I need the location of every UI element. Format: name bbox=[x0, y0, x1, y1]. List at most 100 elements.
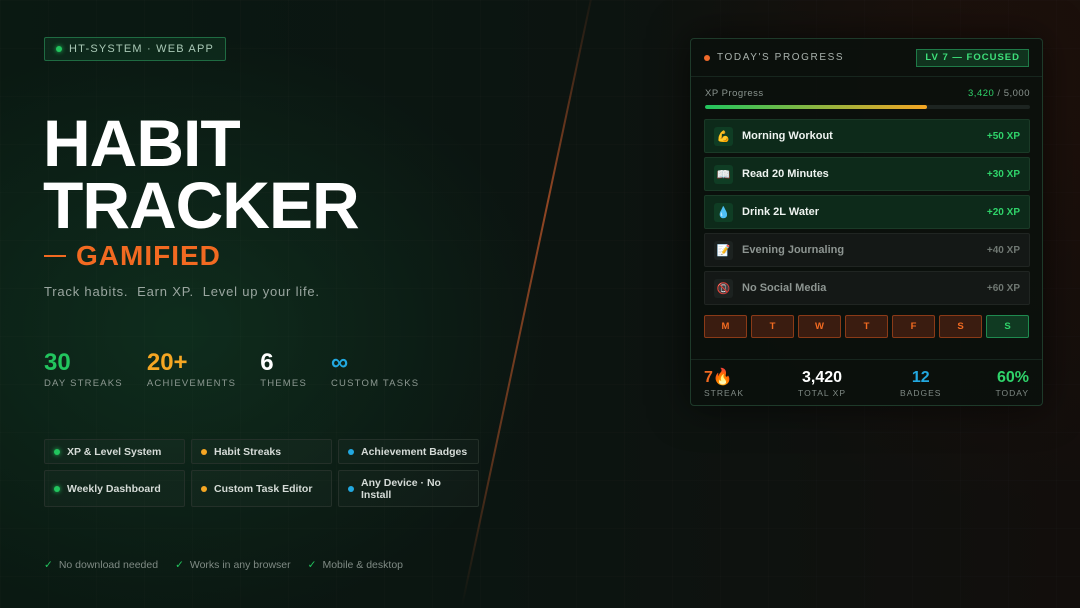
stat-label: ACHIEVEMENTS bbox=[146, 378, 237, 389]
weekday-tracker: M T W T F S S bbox=[704, 315, 1030, 338]
task-item[interactable]: 💪 Morning Workout +50 XP bbox=[704, 119, 1030, 153]
xp-progress-bar bbox=[705, 105, 1030, 109]
stat-value: 6 bbox=[260, 349, 274, 376]
level-badge: LV 7 — FOCUSED bbox=[916, 48, 1029, 67]
stat-custom-tasks: ∞ CUSTOM TASKS bbox=[331, 349, 420, 390]
bullet-dot-icon bbox=[201, 448, 207, 455]
xp-progress-fill bbox=[705, 105, 928, 109]
stat-achievements: 20+ ACHIEVEMENTS bbox=[146, 349, 237, 390]
footer-stat-label: TOTAL XP bbox=[798, 387, 847, 398]
bullet-dot-icon bbox=[348, 485, 354, 492]
feature-weekly-dashboard: Weekly Dashboard bbox=[44, 470, 185, 507]
task-name: Morning Workout bbox=[742, 130, 833, 142]
task-item[interactable]: 📖 Read 20 Minutes +30 XP bbox=[704, 157, 1030, 191]
title-line-1: HABIT bbox=[43, 106, 241, 180]
task-xp: +30 XP bbox=[986, 168, 1020, 180]
checkmark-icon: ✓ bbox=[175, 559, 184, 571]
day-sunday[interactable]: S bbox=[986, 315, 1029, 338]
footer-stat-label: TODAY bbox=[995, 387, 1029, 398]
stat-label: CUSTOM TASKS bbox=[331, 378, 420, 389]
panel-title: TODAY'S PROGRESS bbox=[717, 52, 845, 63]
task-item[interactable]: 📝 Evening Journaling +40 XP bbox=[704, 233, 1030, 267]
tagline: Track habits. Earn XP. Level up your lif… bbox=[44, 284, 320, 299]
stat-label: THEMES bbox=[260, 378, 307, 389]
checkmark-icon: ✓ bbox=[44, 559, 53, 571]
footer-stat-streak: 7🔥 STREAK bbox=[704, 369, 744, 398]
day-monday[interactable]: M bbox=[704, 315, 747, 338]
footer-stat-today: 60% TODAY bbox=[996, 369, 1030, 398]
feature-label: Weekly Dashboard bbox=[67, 482, 161, 495]
subtitle: GAMIFIED bbox=[44, 240, 221, 272]
panel-footer-stats: 7🔥 STREAK 3,420 TOTAL XP 12 BADGES 60% T… bbox=[691, 359, 1042, 406]
bullet-dot-icon bbox=[201, 485, 207, 492]
footer-stat-value: 60% bbox=[996, 368, 1029, 386]
subtitle-dash bbox=[44, 255, 66, 257]
xp-label: XP Progress bbox=[705, 88, 764, 99]
footer-stat-total-xp: 3,420 TOTAL XP bbox=[798, 369, 846, 398]
bullet-dot-icon bbox=[54, 448, 60, 455]
book-icon: 📖 bbox=[714, 164, 733, 184]
stat-value: 20+ bbox=[146, 349, 188, 376]
day-wednesday[interactable]: W bbox=[798, 315, 841, 338]
footer-stat-label: BADGES bbox=[900, 387, 942, 398]
system-badge: HT-SYSTEM · WEB APP bbox=[44, 37, 227, 61]
feature-xp-level: XP & Level System bbox=[44, 439, 185, 464]
footer-stat-value: 12 bbox=[911, 368, 930, 386]
water-drop-icon: 💧 bbox=[714, 202, 733, 222]
footer-stat-label: STREAK bbox=[704, 387, 745, 398]
status-dot-icon bbox=[56, 46, 62, 52]
footer-stat-badges: 12 BADGES bbox=[900, 369, 941, 398]
feature-label: Habit Streaks bbox=[214, 445, 282, 458]
xp-value: 3,420 / 5,000 bbox=[968, 88, 1030, 99]
feature-custom-task-editor: Custom Task Editor bbox=[191, 470, 332, 507]
stat-value: ∞ bbox=[331, 349, 349, 376]
memo-icon: 📝 bbox=[714, 240, 733, 260]
bullet-dot-icon bbox=[348, 448, 354, 455]
benefit-checks: ✓ No download needed ✓ Works in any browse… bbox=[44, 559, 403, 571]
page-title: HABIT TRACKER bbox=[43, 106, 360, 242]
day-thursday[interactable]: T bbox=[845, 315, 888, 338]
muscle-icon: 💪 bbox=[714, 126, 733, 146]
task-xp: +20 XP bbox=[986, 206, 1020, 218]
system-badge-label: HT-SYSTEM · WEB APP bbox=[69, 43, 215, 55]
stat-value: 30 bbox=[44, 349, 71, 376]
feature-label: Custom Task Editor bbox=[214, 482, 313, 495]
feature-achievement-badges: Achievement Badges bbox=[338, 439, 479, 464]
panel-header: TODAY'S PROGRESS LV 7 — FOCUSED bbox=[691, 39, 1042, 77]
stat-day-streaks: 30 DAY STREAKS bbox=[44, 349, 123, 390]
stat-label: DAY STREAKS bbox=[44, 378, 123, 389]
xp-progress-row: XP Progress 3,420 / 5,000 bbox=[705, 88, 1030, 99]
task-xp: +60 XP bbox=[986, 282, 1020, 294]
task-item[interactable]: 📵 No Social Media +60 XP bbox=[704, 271, 1030, 305]
bullet-dot-icon bbox=[54, 485, 60, 492]
task-name: Read 20 Minutes bbox=[742, 168, 829, 180]
feature-habit-streaks: Habit Streaks bbox=[191, 439, 332, 464]
day-friday[interactable]: F bbox=[892, 315, 935, 338]
live-dot-icon bbox=[704, 54, 710, 61]
task-xp: +50 XP bbox=[986, 130, 1020, 142]
task-name: Drink 2L Water bbox=[742, 206, 820, 218]
feature-grid: XP & Level System Habit Streaks Achievem… bbox=[44, 439, 479, 507]
check-item: ✓ Mobile & desktop bbox=[307, 559, 403, 571]
feature-label: Any Device · No Install bbox=[361, 476, 441, 501]
task-name: Evening Journaling bbox=[742, 244, 845, 256]
task-name: No Social Media bbox=[742, 282, 827, 294]
check-item: ✓ No download needed bbox=[44, 559, 159, 571]
feature-any-device: Any Device · No Install bbox=[338, 470, 479, 507]
footer-stat-value: 3,420 bbox=[802, 368, 843, 386]
title-line-2: TRACKER bbox=[43, 168, 360, 242]
checkmark-icon: ✓ bbox=[307, 559, 317, 571]
task-item[interactable]: 💧 Drink 2L Water +20 XP bbox=[704, 195, 1030, 229]
check-item: ✓ Works in any browser bbox=[175, 559, 291, 571]
day-tuesday[interactable]: T bbox=[751, 315, 794, 338]
feature-label: Achievement Badges bbox=[361, 445, 468, 458]
footer-stat-value: 7🔥 bbox=[704, 368, 733, 386]
progress-panel: TODAY'S PROGRESS LV 7 — FOCUSED XP Progr… bbox=[690, 38, 1043, 406]
task-list: 💪 Morning Workout +50 XP 📖 Read 20 Minut… bbox=[704, 119, 1030, 309]
task-xp: +40 XP bbox=[986, 244, 1020, 256]
stat-themes: 6 THEMES bbox=[260, 349, 307, 390]
no-phone-icon: 📵 bbox=[714, 278, 733, 298]
subtitle-text: GAMIFIED bbox=[76, 240, 221, 271]
feature-label: XP & Level System bbox=[67, 445, 162, 458]
day-saturday[interactable]: S bbox=[939, 315, 982, 338]
